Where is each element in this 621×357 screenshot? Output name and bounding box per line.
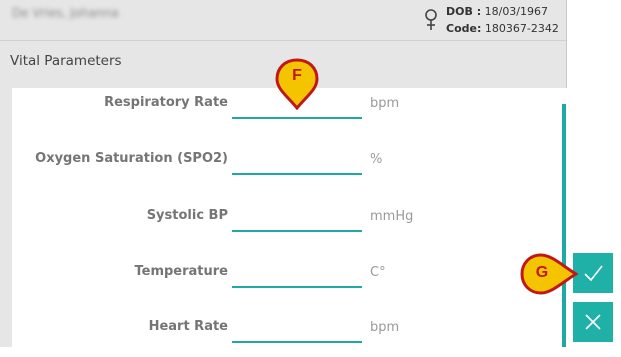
field-unit: bpm [370,320,400,335]
annotation-letter-g: G [535,264,549,281]
field-temperature: Temperature C° [12,262,568,302]
section-title: Vital Parameters [10,53,122,69]
patient-name: De Vries, Johanna [12,6,119,20]
field-label: Heart Rate [148,319,228,334]
field-systolic-bp: Systolic BP mmHg [12,206,568,246]
field-unit: bpm [370,96,400,111]
close-icon [585,314,601,330]
field-unit: % [370,152,383,167]
dob-label: DOB : [446,5,482,18]
temperature-input[interactable] [232,262,362,288]
field-unit: mmHg [370,209,414,224]
vitals-form: Respiratory Rate bpm Oxygen Saturation (… [12,88,568,347]
check-icon [584,265,603,282]
oxygen-saturation-input[interactable] [232,149,362,175]
dob-value: 18/03/1967 [484,5,549,18]
systolic-bp-input[interactable] [232,206,362,232]
field-label: Oxygen Saturation (SPO2) [35,151,228,166]
field-label: Systolic BP [146,208,228,223]
heart-rate-input[interactable] [232,317,362,343]
field-label: Respiratory Rate [104,95,228,110]
patient-info: DOB : 18/03/1967 Code: 180367-2342 [446,3,559,37]
field-heart-rate: Heart Rate bpm [12,317,568,357]
female-icon [425,9,437,30]
cancel-button[interactable] [573,302,613,342]
field-oxygen-saturation: Oxygen Saturation (SPO2) % [12,149,568,189]
confirm-button[interactable] [573,253,613,293]
vertical-scrollbar[interactable] [562,104,566,347]
header-divider [0,40,566,41]
annotation-letter-f: F [292,67,302,84]
code-label: Code: [446,22,482,35]
field-label: Temperature [134,264,228,279]
field-unit: C° [370,265,386,280]
code-value: 180367-2342 [484,22,559,35]
